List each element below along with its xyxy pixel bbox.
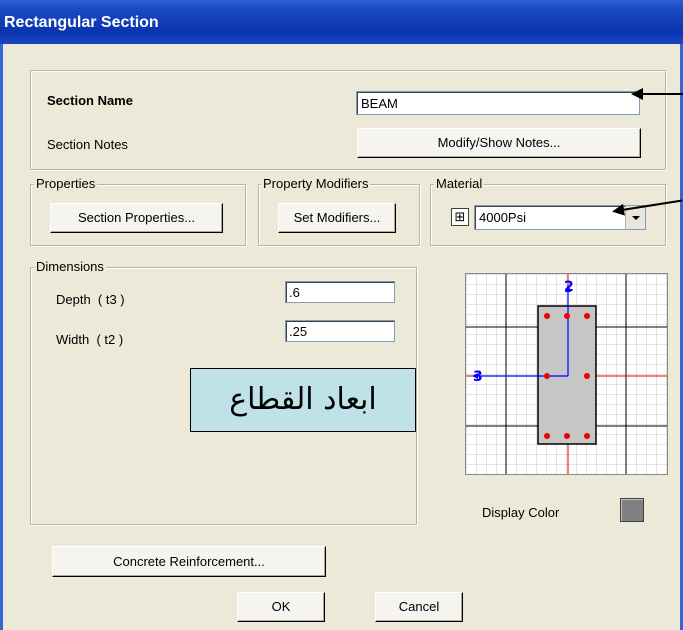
axis-3-label: 3 bbox=[473, 369, 483, 385]
width-input[interactable] bbox=[285, 320, 395, 342]
dimensions-annotation: ابعاد القطاع bbox=[190, 368, 416, 432]
set-modifiers-button[interactable]: Set Modifiers... bbox=[278, 203, 396, 233]
material-expand-icon[interactable]: ⊞ bbox=[451, 208, 469, 226]
section-notes-label: Section Notes bbox=[47, 137, 128, 152]
section-properties-button[interactable]: Section Properties... bbox=[50, 203, 223, 233]
arrow-to-section-name bbox=[631, 88, 683, 100]
cancel-button[interactable]: Cancel bbox=[375, 592, 463, 622]
section-preview: 2 3 bbox=[465, 273, 668, 475]
depth-input[interactable] bbox=[285, 281, 395, 303]
section-drawing: 2 3 bbox=[466, 274, 667, 474]
section-name-input[interactable] bbox=[356, 91, 640, 115]
display-color-label: Display Color bbox=[482, 505, 560, 520]
concrete-reinforcement-button[interactable]: Concrete Reinforcement... bbox=[52, 546, 326, 577]
material-legend: Material bbox=[434, 176, 485, 192]
properties-legend: Properties bbox=[34, 176, 98, 192]
width-label: Width ( t2 ) bbox=[56, 332, 124, 347]
material-selected-value: 4000Psi bbox=[479, 210, 526, 225]
dimensions-legend: Dimensions bbox=[34, 259, 106, 275]
property-modifiers-legend: Property Modifiers bbox=[261, 176, 371, 192]
window-title: Rectangular Section bbox=[4, 14, 159, 31]
display-color-swatch[interactable] bbox=[620, 498, 644, 522]
axis-2-label: 2 bbox=[564, 279, 574, 295]
ok-button[interactable]: OK bbox=[237, 592, 325, 622]
title-bar: Rectangular Section bbox=[0, 0, 683, 44]
modify-show-notes-button[interactable]: Modify/Show Notes... bbox=[357, 128, 641, 158]
depth-label: Depth ( t3 ) bbox=[56, 292, 125, 307]
section-name-label: Section Name bbox=[47, 93, 133, 108]
